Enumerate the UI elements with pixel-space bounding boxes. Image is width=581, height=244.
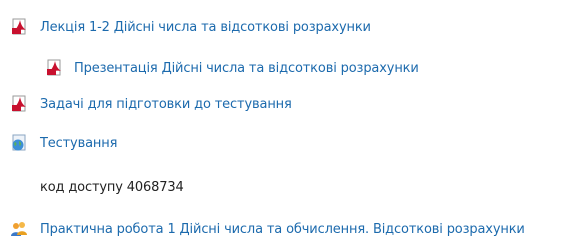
activity-link[interactable]: Тестування <box>40 136 117 151</box>
activity-quiz[interactable]: Тестування <box>10 134 117 152</box>
activity-presentation-pdf[interactable]: Презентація Дійсні числа та відсоткові р… <box>46 59 419 77</box>
quiz-globe-icon <box>10 134 28 152</box>
pdf-icon <box>46 59 64 77</box>
pdf-icon <box>11 18 29 36</box>
activity-link[interactable]: Презентація Дійсні числа та відсоткові р… <box>74 61 419 76</box>
access-code-label: код доступу 4068734 <box>40 180 184 195</box>
activity-tasks-pdf[interactable]: Задачі для підготовки до тестування <box>11 95 292 113</box>
activity-workshop[interactable]: Практична робота 1 Дійсні числа та обчис… <box>10 220 525 238</box>
pdf-icon <box>11 95 29 113</box>
access-code-text: код доступу 4068734 <box>40 180 184 195</box>
activity-link[interactable]: Практична робота 1 Дійсні числа та обчис… <box>40 222 525 237</box>
activity-lecture-pdf[interactable]: Лекція 1-2 Дійсні числа та відсоткові ро… <box>11 18 371 36</box>
workshop-users-icon <box>10 220 28 238</box>
activity-link[interactable]: Лекція 1-2 Дійсні числа та відсоткові ро… <box>40 20 371 35</box>
activity-link[interactable]: Задачі для підготовки до тестування <box>40 97 292 112</box>
